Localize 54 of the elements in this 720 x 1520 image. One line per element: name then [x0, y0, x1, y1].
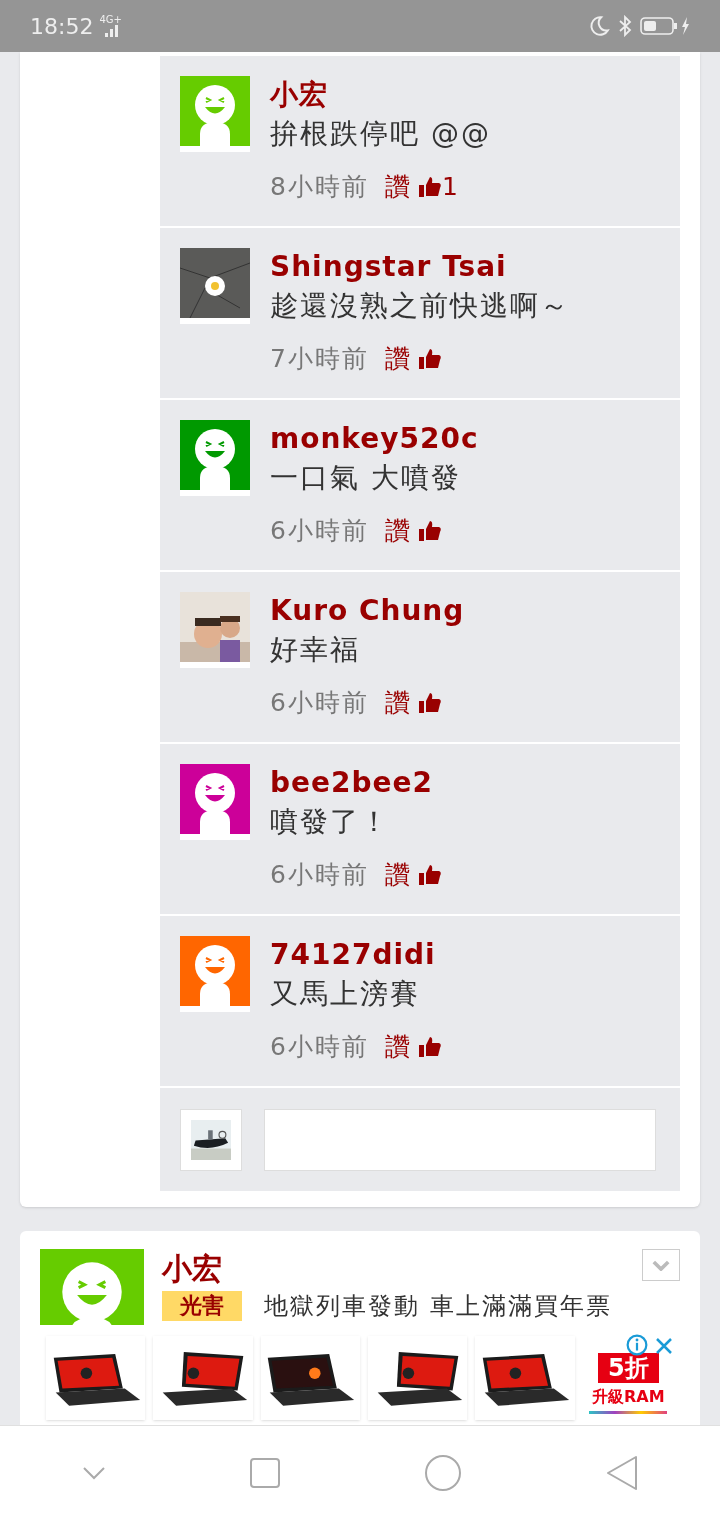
ad-tile[interactable]	[368, 1336, 468, 1420]
reply-field[interactable]	[264, 1108, 656, 1171]
battery-icon	[640, 16, 678, 36]
like-button[interactable]: 讚	[384, 512, 442, 550]
clock: 18:52	[30, 12, 94, 41]
category-tag: 光害	[162, 1291, 242, 1321]
thumbs-up-icon	[417, 174, 442, 199]
info-icon[interactable]	[626, 1334, 648, 1356]
user-name[interactable]: Shingstar Tsai	[270, 248, 570, 286]
thumbs-up-icon	[417, 518, 442, 543]
user-name[interactable]: bee2bee2	[270, 764, 442, 802]
bluetooth-icon	[618, 15, 632, 37]
promo-text[interactable]: 升級RAM	[592, 1384, 665, 1409]
like-count: 1	[441, 171, 458, 203]
thumbs-up-icon	[417, 346, 442, 371]
like-button[interactable]: 讚	[384, 340, 442, 378]
promo-badge[interactable]: 5折	[597, 1352, 659, 1383]
timestamp: 6小時前	[270, 1031, 369, 1063]
user-name[interactable]: 小宏	[270, 76, 491, 114]
comment-text: 趁還沒熟之前快逃啊～	[270, 288, 570, 324]
comment-text: 一口氣 大噴發	[270, 460, 462, 496]
user-name[interactable]: monkey520c	[270, 420, 479, 458]
thumbs-up-icon	[417, 862, 442, 887]
comment-text: 又馬上滂賽	[270, 976, 421, 1012]
close-icon[interactable]	[654, 1336, 674, 1356]
like-button[interactable]: 讚	[384, 168, 442, 206]
like-button[interactable]: 讚	[384, 1028, 442, 1066]
timestamp: 8小時前	[270, 171, 369, 203]
signal-icon	[103, 23, 120, 37]
comment-text: 噴發了！	[270, 804, 391, 840]
thumbs-up-icon	[417, 690, 442, 715]
avatar-frame[interactable]	[180, 248, 250, 324]
user-name[interactable]: Kuro Chung	[270, 592, 465, 630]
post-title: 地獄列車發動 車上滿滿買年票	[264, 1292, 612, 1320]
chevron-down-icon	[652, 1259, 670, 1271]
like-button[interactable]: 讚	[384, 684, 442, 722]
ad-tile[interactable]	[46, 1336, 146, 1420]
comment-text: 拚根跌停吧 @@	[270, 116, 491, 152]
user-name[interactable]: 74127didi	[270, 936, 442, 974]
timestamp: 7小時前	[270, 343, 369, 375]
timestamp: 6小時前	[270, 515, 369, 547]
charging-icon	[680, 16, 690, 36]
comment-text: 好幸福	[270, 632, 361, 668]
thumbs-up-icon	[417, 1034, 442, 1059]
network-label: 4G+	[99, 12, 122, 27]
user-name[interactable]: 小宏	[162, 1249, 624, 1289]
moon-icon	[588, 15, 610, 37]
ad-tile[interactable]	[153, 1336, 253, 1420]
avatar-frame[interactable]	[180, 592, 250, 668]
ad-tile[interactable]	[475, 1336, 575, 1420]
timestamp: 6小時前	[270, 859, 369, 891]
ad-tile[interactable]	[260, 1336, 360, 1420]
like-button[interactable]: 讚	[384, 856, 442, 894]
timestamp: 6小時前	[270, 687, 369, 719]
